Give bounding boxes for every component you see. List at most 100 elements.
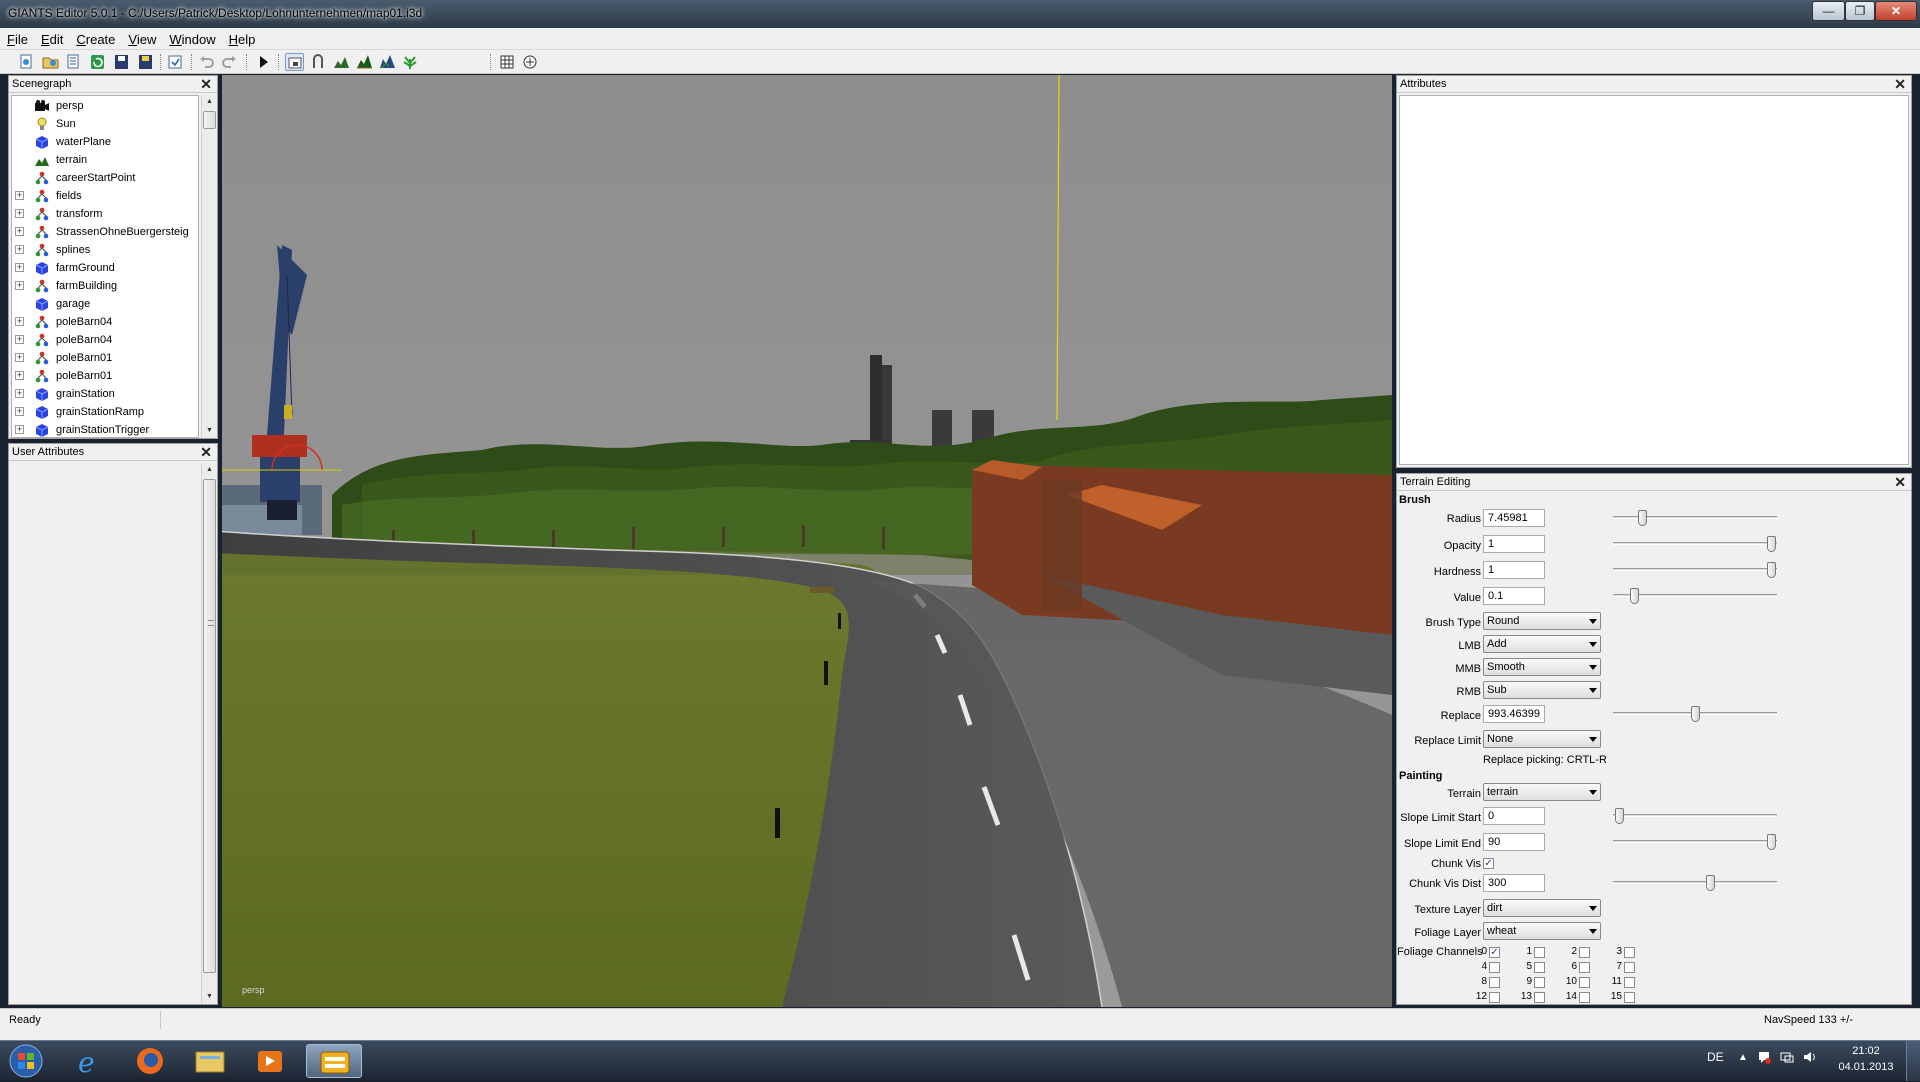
menu-create[interactable]: Create [69, 28, 121, 47]
scenegraph-item[interactable]: + transform [12, 205, 198, 223]
new-icon[interactable] [17, 53, 36, 71]
foliage-channel-checkbox[interactable] [1534, 992, 1545, 1003]
foliage-channel-checkbox[interactable] [1579, 977, 1590, 988]
open-recent-icon[interactable] [64, 53, 83, 71]
lmb-select[interactable]: Add [1483, 635, 1601, 653]
scenegraph-item[interactable]: waterPlane [12, 133, 198, 151]
chunk-vis-checkbox[interactable]: ✓ [1483, 858, 1494, 869]
expand-icon[interactable]: + [15, 281, 24, 290]
expand-icon[interactable]: + [15, 335, 24, 344]
scenegraph-item[interactable]: + poleBarn01 [12, 349, 198, 367]
move-icon[interactable] [309, 53, 328, 71]
close-icon[interactable]: ✕ [200, 76, 212, 93]
mmb-select[interactable]: Smooth [1483, 658, 1601, 676]
brush-type-select[interactable]: Round [1483, 612, 1601, 630]
action-center-icon[interactable] [1757, 1050, 1771, 1064]
slider-thumb[interactable] [1638, 510, 1647, 526]
opacity-input[interactable]: 1 [1483, 535, 1545, 553]
show-desktop-button[interactable] [1906, 1041, 1920, 1081]
firefox-icon[interactable] [122, 1044, 178, 1078]
foliage-layer-select[interactable]: wheat [1483, 922, 1601, 940]
expand-icon[interactable]: + [15, 353, 24, 362]
foliage-channel-checkbox[interactable] [1534, 947, 1545, 958]
scenegraph-tree[interactable]: persp Sun waterPlane terrain careerStartPoin… [11, 95, 199, 438]
slider-thumb[interactable] [1691, 706, 1700, 722]
scenegraph-item[interactable]: garage [12, 295, 198, 313]
3d-viewport[interactable]: persp [222, 75, 1392, 1007]
scenegraph-item[interactable]: careerStartPoint [12, 169, 198, 187]
slider-thumb[interactable] [1630, 588, 1639, 604]
close-icon[interactable]: ✕ [1894, 76, 1906, 93]
scenegraph-scrollbar[interactable]: ▲ ▼ [201, 95, 217, 438]
tray-expand-icon[interactable]: ▲ [1738, 1052, 1748, 1063]
scenegraph-item[interactable]: + fields [12, 187, 198, 205]
slider-thumb[interactable] [1706, 875, 1715, 891]
start-orb-icon[interactable] [6, 1043, 46, 1079]
select-icon[interactable] [285, 53, 304, 71]
minimize-button[interactable]: — [1812, 1, 1845, 21]
scenegraph-item[interactable]: + poleBarn04 [12, 331, 198, 349]
value-slider[interactable] [1613, 588, 1777, 604]
opacity-slider[interactable] [1613, 536, 1777, 552]
menu-view[interactable]: View [121, 28, 162, 47]
foliage-channel-checkbox[interactable] [1624, 962, 1635, 973]
replace-slider[interactable] [1613, 706, 1777, 722]
open-icon[interactable] [41, 53, 60, 71]
hardness-input[interactable]: 1 [1483, 561, 1545, 579]
close-icon[interactable]: ✕ [1894, 474, 1906, 491]
foliage-channel-checkbox[interactable] [1579, 992, 1590, 1003]
slope-limit-start-input[interactable]: 0 [1483, 807, 1545, 825]
internet-explorer-icon[interactable]: e [62, 1044, 118, 1079]
rmb-select[interactable]: Sub [1483, 681, 1601, 699]
expand-icon[interactable]: + [15, 191, 24, 200]
value-input[interactable]: 0.1 [1483, 587, 1545, 605]
scenegraph-item[interactable]: + poleBarn04 [12, 313, 198, 331]
close-icon[interactable]: ✕ [200, 444, 212, 461]
scenegraph-item[interactable]: + grainStationRamp [12, 403, 198, 421]
expand-icon[interactable]: + [15, 425, 24, 434]
foliage-channel-checkbox[interactable] [1489, 992, 1500, 1003]
slope-limit-end-slider[interactable] [1613, 834, 1777, 850]
save-icon[interactable] [112, 53, 131, 71]
user-attributes-scrollbar[interactable]: ▲ ▼ [201, 463, 217, 1004]
scenegraph-item[interactable]: + StrassenOhneBuergersteig [12, 223, 198, 241]
menu-window[interactable]: Window [162, 28, 221, 47]
terrain-detail-icon[interactable] [378, 53, 397, 71]
slope-limit-end-input[interactable]: 90 [1483, 833, 1545, 851]
scenegraph-item[interactable]: + grainStation [12, 385, 198, 403]
replace-input[interactable]: 993.46399 [1483, 705, 1545, 723]
expand-icon[interactable]: + [15, 245, 24, 254]
texture-layer-select[interactable]: dirt [1483, 899, 1601, 917]
play-icon[interactable] [254, 53, 273, 71]
slider-thumb[interactable] [1615, 808, 1624, 824]
menu-help[interactable]: Help [222, 28, 262, 47]
radius-slider[interactable] [1613, 510, 1777, 526]
explorer-icon[interactable] [182, 1044, 238, 1078]
clock-time[interactable]: 21:02 [1836, 1045, 1896, 1057]
terrain-select[interactable]: terrain [1483, 783, 1601, 801]
slope-limit-start-slider[interactable] [1613, 808, 1777, 824]
expand-icon[interactable]: + [15, 371, 24, 380]
expand-icon[interactable]: + [15, 407, 24, 416]
hardness-slider[interactable] [1613, 562, 1777, 578]
snap-icon[interactable] [498, 53, 517, 71]
network-icon[interactable] [1780, 1050, 1794, 1064]
menu-edit[interactable]: Edit [34, 28, 69, 47]
expand-icon[interactable]: + [15, 209, 24, 218]
foliage-channel-checkbox[interactable] [1534, 962, 1545, 973]
expand-icon[interactable]: + [15, 389, 24, 398]
expand-icon[interactable]: + [15, 317, 24, 326]
close-button[interactable]: ✕ [1875, 1, 1917, 21]
expand-icon[interactable]: + [15, 227, 24, 236]
terrain-paint-icon[interactable] [355, 53, 374, 71]
scenegraph-item[interactable]: terrain [12, 151, 198, 169]
scenegraph-item[interactable]: persp [12, 97, 198, 115]
slider-thumb[interactable] [1767, 562, 1776, 578]
foliage-channel-checkbox[interactable] [1534, 977, 1545, 988]
undo-icon[interactable] [197, 53, 216, 71]
scenegraph-item[interactable]: + grainStationTrigger [12, 421, 198, 437]
chunk-vis-dist-slider[interactable] [1613, 875, 1777, 891]
foliage-channel-checkbox[interactable] [1624, 947, 1635, 958]
foliage-channel-checkbox[interactable] [1489, 977, 1500, 988]
foliage-channel-checkbox[interactable] [1489, 962, 1500, 973]
